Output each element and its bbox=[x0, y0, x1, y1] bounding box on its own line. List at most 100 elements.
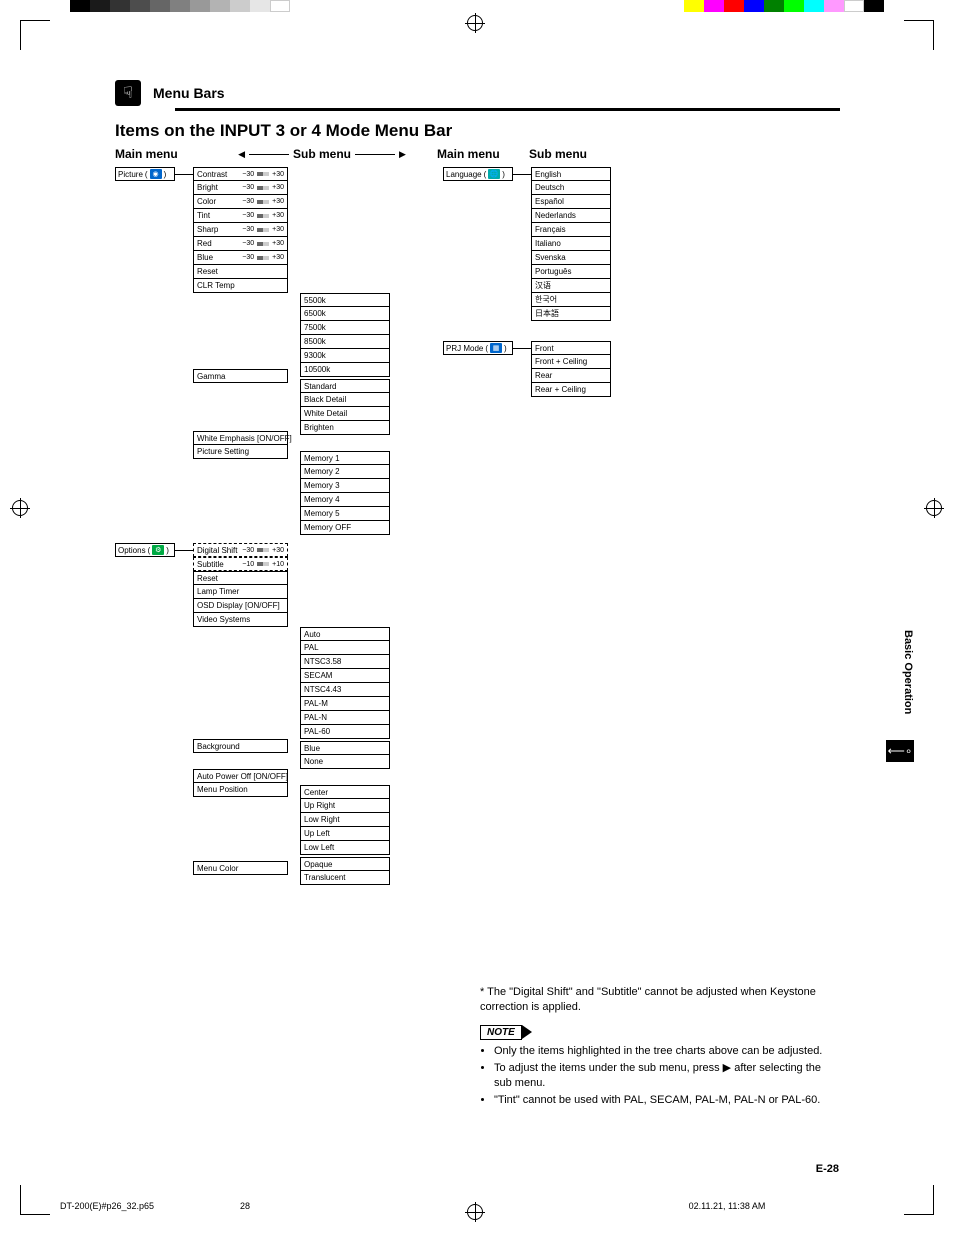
auto-power-off: Auto Power Off [ON/OFF] bbox=[193, 769, 288, 783]
menu-item: 7500k bbox=[300, 321, 390, 335]
range-item: Contrast −30+30 bbox=[193, 167, 288, 181]
menu-item: Français bbox=[531, 223, 611, 237]
footnote: * The "Digital Shift" and "Subtitle" can… bbox=[480, 985, 840, 1015]
language-main: Language (🌐) bbox=[443, 167, 513, 181]
registration-mark bbox=[926, 500, 942, 516]
grayscale-bar bbox=[70, 0, 290, 12]
menu-item: Memory OFF bbox=[300, 521, 390, 535]
registration-mark bbox=[12, 500, 28, 516]
menu-item: NTSC4.43 bbox=[300, 683, 390, 697]
menu-item: English bbox=[531, 167, 611, 181]
menu-item: Blue bbox=[300, 741, 390, 755]
white-emphasis: White Emphasis [ON/OFF] bbox=[193, 431, 288, 445]
range-item: Bright −30+30 bbox=[193, 181, 288, 195]
menu-item: Português bbox=[531, 265, 611, 279]
menu-item: Italiano bbox=[531, 237, 611, 251]
section-title: Menu Bars bbox=[153, 85, 225, 101]
menu-item: Memory 4 bbox=[300, 493, 390, 507]
menu-item: Rear + Ceiling bbox=[531, 383, 611, 397]
menu-item: 9300k bbox=[300, 349, 390, 363]
picture-setting: Picture Setting bbox=[193, 445, 288, 459]
menu-item: Lamp Timer bbox=[193, 585, 288, 599]
page-number: E-28 bbox=[816, 1163, 839, 1175]
page-title: Items on the INPUT 3 or 4 Mode Menu Bar bbox=[115, 121, 840, 141]
menu-item: Low Left bbox=[300, 841, 390, 855]
menu-item: None bbox=[300, 755, 390, 769]
note-item: To adjust the items under the sub menu, … bbox=[494, 1061, 840, 1091]
range-item-dashed: Subtitle −10+10 bbox=[193, 557, 288, 571]
menu-item: PAL-60 bbox=[300, 725, 390, 739]
menu-item: Up Left bbox=[300, 827, 390, 841]
menu-item: Memory 2 bbox=[300, 465, 390, 479]
menu-item: Brighten bbox=[300, 421, 390, 435]
prj-mode-main: PRJ Mode (▦) bbox=[443, 341, 513, 355]
col-header-main2: Main menu bbox=[437, 147, 529, 161]
menu-position: Menu Position bbox=[193, 783, 288, 797]
video-systems: Video Systems bbox=[193, 613, 288, 627]
gamma: Gamma bbox=[193, 369, 288, 383]
menu-item: Up Right bbox=[300, 799, 390, 813]
range-item: Color −30+30 bbox=[193, 195, 288, 209]
menu-item: 6500k bbox=[300, 307, 390, 321]
menu-item: Rear bbox=[531, 369, 611, 383]
menu-item: Translucent bbox=[300, 871, 390, 885]
menu-item: PAL-N bbox=[300, 711, 390, 725]
menu-item: Auto bbox=[300, 627, 390, 641]
menu-item: NTSC3.58 bbox=[300, 655, 390, 669]
note-item: "Tint" cannot be used with PAL, SECAM, P… bbox=[494, 1093, 840, 1108]
crop-mark bbox=[20, 1185, 50, 1215]
crop-mark bbox=[904, 20, 934, 50]
menu-item: White Detail bbox=[300, 407, 390, 421]
menu-item: Svenska bbox=[531, 251, 611, 265]
menu-item: Front + Ceiling bbox=[531, 355, 611, 369]
menu-item: Español bbox=[531, 195, 611, 209]
menu-item: Front bbox=[531, 341, 611, 355]
menu-item: 8500k bbox=[300, 335, 390, 349]
section-icon: ☟ bbox=[115, 80, 141, 106]
submenu-arrows: Sub menu bbox=[207, 147, 437, 161]
menu-item: PAL bbox=[300, 641, 390, 655]
crop-mark bbox=[20, 20, 50, 50]
menu-item: Black Detail bbox=[300, 393, 390, 407]
menu-item: Standard bbox=[300, 379, 390, 393]
range-item: Sharp −30+30 bbox=[193, 223, 288, 237]
range-item: Red −30+30 bbox=[193, 237, 288, 251]
picture-main: Picture (◉) bbox=[115, 167, 175, 181]
menu-item: 日本語 bbox=[531, 307, 611, 321]
note-label: NOTE bbox=[480, 1025, 522, 1041]
range-item: Blue −30+30 bbox=[193, 251, 288, 265]
divider bbox=[175, 108, 840, 111]
menu-item: 汉语 bbox=[531, 279, 611, 293]
background: Background bbox=[193, 739, 288, 753]
menu-item: Opaque bbox=[300, 857, 390, 871]
menu-item: 5500k bbox=[300, 293, 390, 307]
menu-color: Menu Color bbox=[193, 861, 288, 875]
clr-temp: CLR Temp bbox=[193, 279, 288, 293]
menu-item: Reset bbox=[193, 571, 288, 585]
col-header-sub2: Sub menu bbox=[529, 147, 587, 161]
menu-item: SECAM bbox=[300, 669, 390, 683]
registration-mark bbox=[467, 15, 483, 31]
menu-item: Memory 3 bbox=[300, 479, 390, 493]
side-tab-icon: ⟵∘ bbox=[886, 740, 914, 762]
picture-reset: Reset bbox=[193, 265, 288, 279]
color-bar bbox=[684, 0, 884, 12]
osd-display: OSD Display [ON/OFF] bbox=[193, 599, 288, 613]
side-tab: Basic Operation bbox=[902, 630, 914, 714]
range-item-dashed: Digital Shift −30+30 bbox=[193, 543, 288, 557]
menu-item: Memory 5 bbox=[300, 507, 390, 521]
menu-item: Low Right bbox=[300, 813, 390, 827]
menu-item: Deutsch bbox=[531, 181, 611, 195]
notes-block: * The "Digital Shift" and "Subtitle" can… bbox=[480, 985, 840, 1110]
options-main: Options (⚙) bbox=[115, 543, 175, 557]
note-item: Only the items highlighted in the tree c… bbox=[494, 1044, 840, 1059]
menu-item: Memory 1 bbox=[300, 451, 390, 465]
menu-item: Nederlands bbox=[531, 209, 611, 223]
menu-item: Center bbox=[300, 785, 390, 799]
range-item: Tint −30+30 bbox=[193, 209, 288, 223]
menu-item: 10500k bbox=[300, 363, 390, 377]
footer: DT-200(E)#p26_32.p65 28 02.11.21, 11:38 … bbox=[60, 1201, 894, 1211]
crop-mark bbox=[904, 1185, 934, 1215]
menu-item: 한국어 bbox=[531, 293, 611, 307]
chevron-right-icon bbox=[522, 1025, 532, 1039]
